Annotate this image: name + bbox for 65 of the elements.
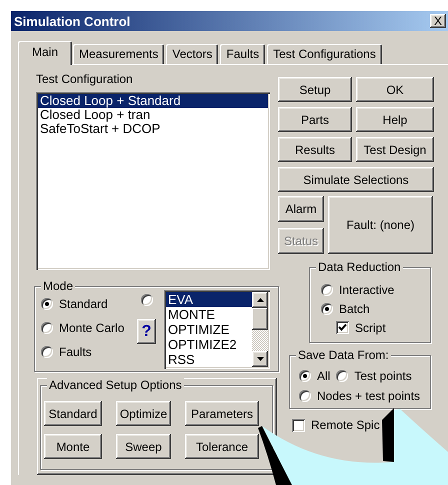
radio-label: Nodes + test points bbox=[317, 389, 420, 403]
action-button[interactable]: Simulate Selections bbox=[278, 167, 434, 192]
list-label: Test Configuration bbox=[36, 72, 134, 86]
option-button[interactable]: Standard bbox=[44, 401, 102, 426]
list-item[interactable]: OPTIMIZE2 bbox=[166, 337, 252, 352]
tab[interactable]: Test Configurations bbox=[267, 44, 382, 64]
option-button[interactable]: Sweep bbox=[116, 434, 171, 459]
radio-button[interactable] bbox=[41, 346, 53, 358]
fault-button[interactable]: Fault: (none) bbox=[328, 196, 433, 254]
action-button[interactable]: Results bbox=[278, 137, 352, 162]
list-item[interactable]: Closed Loop + Standard bbox=[38, 94, 268, 108]
list-item[interactable]: Closed Loop + tran bbox=[38, 108, 268, 122]
tab[interactable]: Faults bbox=[220, 44, 266, 64]
radio-button[interactable] bbox=[336, 370, 348, 382]
checkbox-label: Remote Spic bbox=[311, 418, 380, 432]
group-title: Data Reduction bbox=[316, 260, 403, 274]
list-item[interactable]: OPTIMIZE bbox=[166, 322, 252, 337]
scrollbar[interactable] bbox=[252, 292, 268, 367]
list-item[interactable]: RSS bbox=[166, 352, 252, 367]
up-arrow-icon bbox=[256, 298, 264, 302]
radio-button[interactable] bbox=[41, 298, 53, 310]
scroll-thumb[interactable] bbox=[252, 308, 268, 330]
tab[interactable]: Measurements bbox=[73, 44, 164, 64]
action-button[interactable]: Test Design bbox=[356, 137, 434, 162]
radio-button[interactable] bbox=[141, 294, 153, 306]
radio-button[interactable] bbox=[321, 302, 333, 314]
window-title: Simulation Control bbox=[14, 14, 132, 28]
checkbox-label: Script bbox=[355, 320, 386, 334]
action-button[interactable]: Parts bbox=[278, 107, 352, 132]
help-button[interactable]: ? bbox=[137, 319, 156, 344]
action-button[interactable]: Alarm bbox=[278, 196, 324, 222]
action-button[interactable]: OK bbox=[356, 77, 434, 102]
radio-button[interactable] bbox=[299, 370, 311, 382]
radio-button[interactable] bbox=[41, 322, 53, 334]
action-button[interactable]: Setup bbox=[278, 77, 352, 102]
down-arrow-icon bbox=[256, 357, 264, 361]
close-button[interactable]: X bbox=[430, 14, 446, 28]
option-list[interactable]: EVA MONTE OPTIMIZE OPTIMIZE2 RSS bbox=[164, 290, 270, 369]
radio-label: Interactive bbox=[339, 282, 394, 296]
configuration-list[interactable]: Closed Loop + Standard Closed Loop + tran SafeToStart + DCOP bbox=[36, 92, 270, 270]
option-button[interactable]: Parameters bbox=[185, 401, 259, 426]
option-button[interactable]: Monte bbox=[44, 434, 102, 459]
action-button[interactable]: Help bbox=[356, 107, 434, 132]
radio-label: Monte Carlo bbox=[59, 321, 124, 335]
group-title: Mode bbox=[41, 279, 76, 293]
radio-label: Standard bbox=[59, 297, 108, 311]
radio-button[interactable] bbox=[321, 284, 333, 296]
group-title: Save Data From: bbox=[296, 348, 391, 362]
list-item[interactable]: SafeToStart + DCOP bbox=[38, 122, 268, 136]
option-button[interactable]: Tolerance bbox=[185, 434, 259, 459]
list-item[interactable]: MONTE bbox=[166, 307, 252, 322]
radio-label: Test points bbox=[354, 369, 412, 383]
tab[interactable]: Main bbox=[18, 41, 72, 65]
radio-label: Batch bbox=[339, 302, 370, 316]
scroll-up-button[interactable] bbox=[252, 292, 268, 308]
scroll-down-button[interactable] bbox=[252, 351, 268, 367]
checkbox[interactable] bbox=[292, 418, 305, 432]
tab[interactable]: Vectors bbox=[166, 44, 218, 64]
radio-label: Faults bbox=[59, 345, 92, 359]
radio-button[interactable] bbox=[299, 390, 311, 402]
list-item[interactable]: EVA bbox=[166, 292, 252, 307]
option-button[interactable]: Optimize bbox=[116, 401, 171, 426]
radio-label: All bbox=[317, 369, 330, 383]
group-title: Advanced Setup Options bbox=[47, 378, 184, 392]
checkbox[interactable] bbox=[336, 321, 349, 334]
